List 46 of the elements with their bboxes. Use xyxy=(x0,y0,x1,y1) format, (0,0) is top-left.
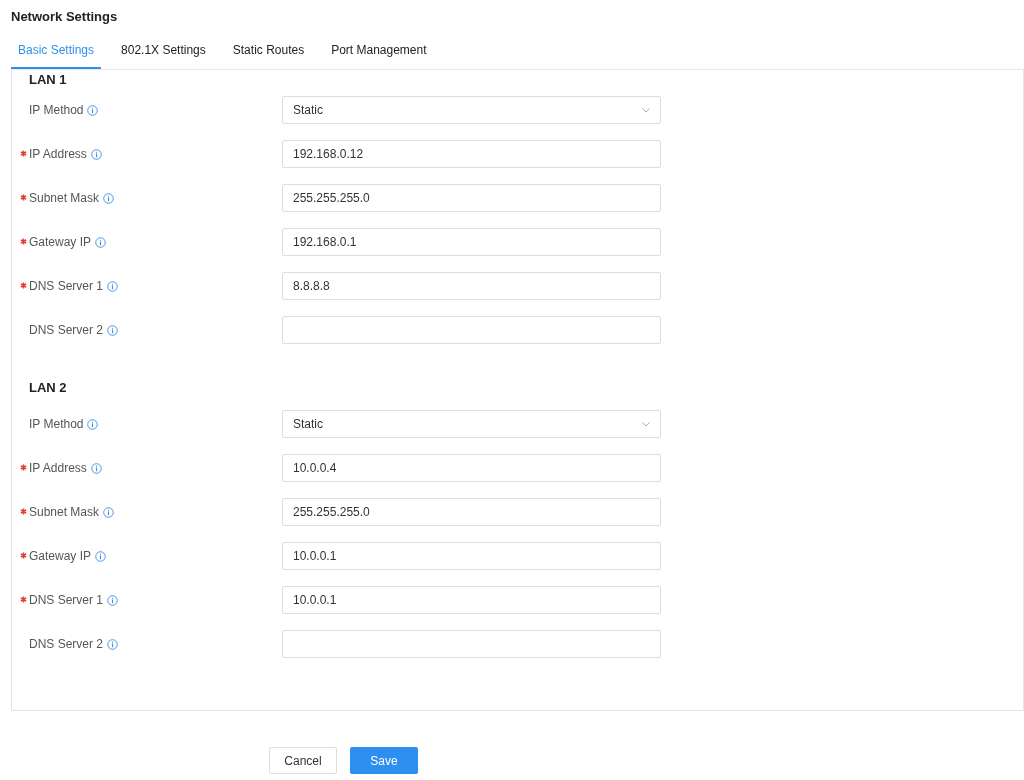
input-field[interactable]: 10.0.0.1 xyxy=(282,542,661,570)
field-label: IP Address xyxy=(29,147,87,161)
info-icon[interactable] xyxy=(95,550,107,562)
dropdown[interactable]: Static xyxy=(282,410,661,438)
info-icon[interactable] xyxy=(95,236,107,248)
input-field[interactable]: 8.8.8.8 xyxy=(282,272,661,300)
field-label: DNS Server 2 xyxy=(29,323,104,337)
field-label: DNS Server 1 xyxy=(29,279,104,293)
info-icon[interactable] xyxy=(90,148,102,160)
tab[interactable]: 802.1X Settings xyxy=(114,35,213,69)
info-icon[interactable] xyxy=(107,280,119,292)
input-field[interactable] xyxy=(282,630,661,658)
field-label: Subnet Mask xyxy=(29,191,100,205)
tab[interactable]: Port Management xyxy=(324,35,434,69)
input-field[interactable]: 10.0.0.1 xyxy=(282,586,661,614)
input-field[interactable]: 255.255.255.0 xyxy=(282,184,661,212)
input-field[interactable]: 192.168.0.1 xyxy=(282,228,661,256)
field-label: IP Method xyxy=(29,417,84,431)
field-label: IP Address xyxy=(29,461,87,475)
cancel-button[interactable]: Cancel xyxy=(269,747,337,774)
input-field[interactable] xyxy=(282,316,661,344)
section-heading: LAN 2 xyxy=(29,380,68,397)
info-icon[interactable] xyxy=(103,192,115,204)
tab[interactable]: Basic Settings xyxy=(11,35,102,69)
field-label: IP Method xyxy=(29,103,84,117)
info-icon[interactable] xyxy=(87,104,99,116)
info-icon[interactable] xyxy=(107,324,119,336)
page-title: Network Settings xyxy=(10,8,119,26)
field-label: DNS Server 2 xyxy=(29,637,104,651)
field-label: Gateway IP xyxy=(29,549,92,563)
field-label: DNS Server 1 xyxy=(29,593,104,607)
field-label: Gateway IP xyxy=(29,235,92,249)
chevron-down-icon xyxy=(642,107,650,113)
info-icon[interactable] xyxy=(87,418,99,430)
info-icon[interactable] xyxy=(103,506,115,518)
input-field[interactable]: 255.255.255.0 xyxy=(282,498,661,526)
field-label: Subnet Mask xyxy=(29,505,100,519)
section-heading: LAN 1 xyxy=(29,72,68,88)
chevron-down-icon xyxy=(642,421,650,427)
input-field[interactable]: 10.0.0.4 xyxy=(282,454,661,482)
info-icon[interactable] xyxy=(90,462,102,474)
tab[interactable]: Static Routes xyxy=(225,35,312,69)
info-icon[interactable] xyxy=(107,638,119,650)
input-field[interactable]: 192.168.0.12 xyxy=(282,140,661,168)
dropdown[interactable]: Static xyxy=(282,96,661,124)
info-icon[interactable] xyxy=(107,594,119,606)
